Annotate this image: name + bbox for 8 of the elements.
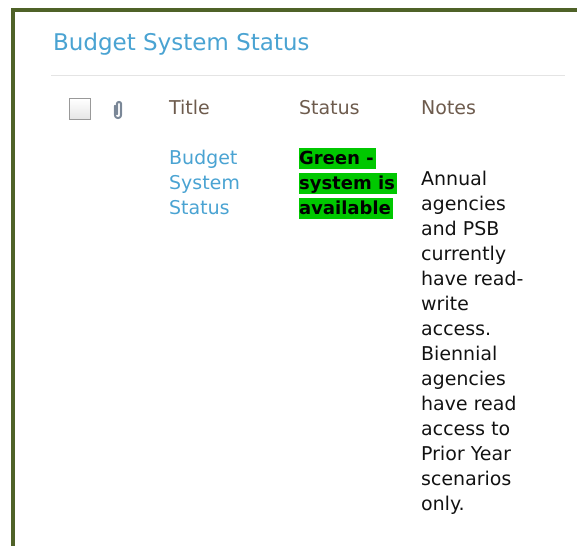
paperclip-icon: [111, 100, 125, 120]
notes-text: Annual agencies and PSB currently have read-write access. Biennial agencies have read access to Prior Year scenarios only.: [421, 168, 524, 515]
column-header[interactable]: Status: [299, 97, 360, 119]
column-header[interactable]: Title: [169, 97, 210, 119]
column-header[interactable]: Notes: [421, 97, 476, 119]
status-text: Green - system is available: [299, 147, 398, 221]
select-all-checkbox[interactable]: [69, 98, 91, 120]
list-title: Budget System Status: [52, 30, 310, 58]
